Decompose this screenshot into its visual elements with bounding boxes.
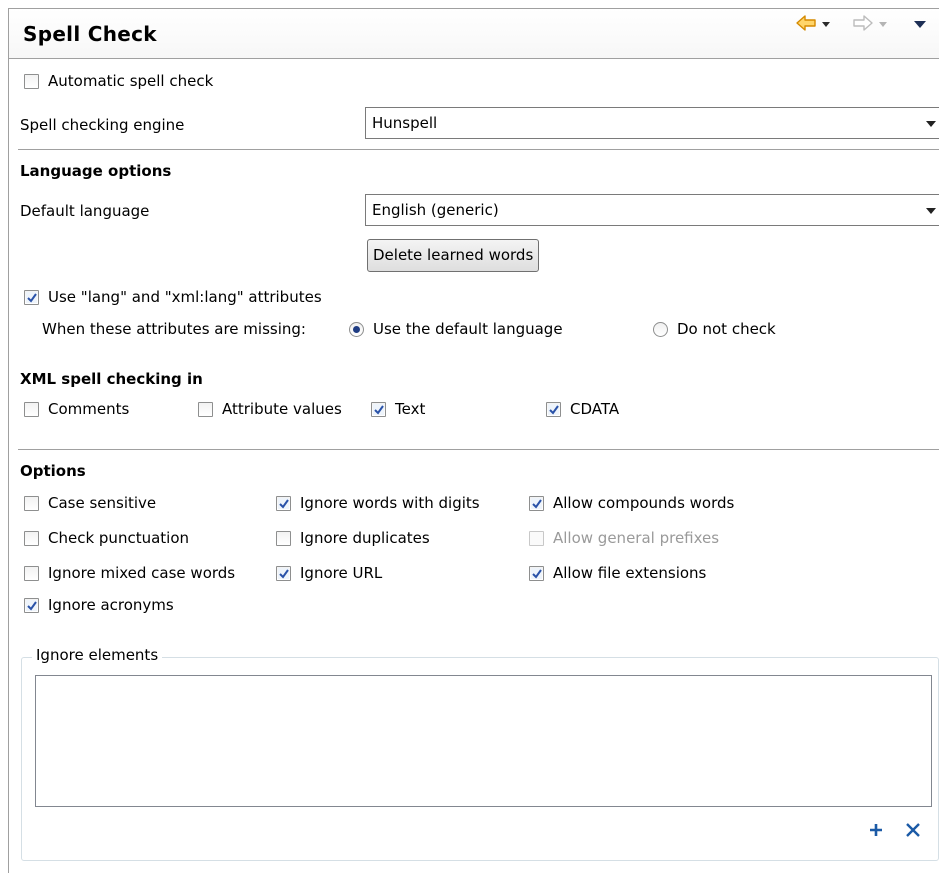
engine-label: Spell checking engine [20,116,185,134]
use-default-language-radio[interactable] [349,322,364,337]
missing-attributes-label: When these attributes are missing: [42,320,306,338]
options-heading: Options [20,462,86,480]
do-not-check-label: Do not check [677,320,776,338]
back-button[interactable] [795,14,835,34]
ignore-elements-list[interactable] [35,675,932,807]
check-icon [279,569,289,579]
automatic-spell-check-label: Automatic spell check [48,72,214,90]
ignore-duplicates-checkbox[interactable] [276,531,291,546]
default-language-value: English (generic) [372,201,499,219]
allow-prefixes-label: Allow general prefixes [553,529,720,547]
back-arrow-icon [796,15,830,31]
allow-prefixes-checkbox[interactable] [529,531,544,546]
page-title: Spell Check [23,22,157,46]
check-icon [27,293,37,303]
check-icon [27,601,37,611]
ignore-digits-label: Ignore words with digits [300,494,480,512]
xml-spell-checking-heading: XML spell checking in [20,370,203,388]
chevron-down-icon [914,21,926,28]
do-not-check-radio[interactable] [653,322,668,337]
check-icon [549,405,559,415]
separator [18,449,939,450]
use-lang-attributes-label: Use "lang" and "xml:lang" attributes [48,288,322,306]
engine-select-value: Hunspell [372,114,438,132]
attribute-values-label: Attribute values [222,400,342,418]
language-options-heading: Language options [20,162,172,180]
ignore-acronyms-checkbox[interactable] [24,598,39,613]
check-icon [532,569,542,579]
check-punctuation-label: Check punctuation [48,529,190,547]
ignore-mixed-case-label: Ignore mixed case words [48,564,236,582]
text-checkbox[interactable] [371,402,386,417]
engine-select[interactable]: Hunspell [365,107,939,139]
add-element-button[interactable] [868,822,884,838]
separator [18,149,939,150]
chevron-down-icon [926,208,936,214]
allow-compounds-checkbox[interactable] [529,496,544,511]
comments-label: Comments [48,400,130,418]
delete-learned-words-button[interactable]: Delete learned words [367,239,540,272]
case-sensitive-label: Case sensitive [48,494,157,512]
default-language-label: Default language [20,202,150,220]
close-icon [906,823,920,837]
ignore-mixed-case-checkbox[interactable] [24,566,39,581]
ignore-url-checkbox[interactable] [276,566,291,581]
chevron-down-icon [926,121,936,127]
check-icon [532,499,542,509]
use-lang-attributes-checkbox[interactable] [24,290,39,305]
ignore-duplicates-label: Ignore duplicates [300,529,430,547]
check-punctuation-checkbox[interactable] [24,531,39,546]
ignore-digits-checkbox[interactable] [276,496,291,511]
check-icon [374,405,384,415]
case-sensitive-checkbox[interactable] [24,496,39,511]
default-language-select[interactable]: English (generic) [365,194,939,226]
ignore-acronyms-label: Ignore acronyms [48,596,174,614]
cdata-label: CDATA [570,400,620,418]
allow-extensions-label: Allow file extensions [553,564,707,582]
cdata-checkbox[interactable] [546,402,561,417]
allow-extensions-checkbox[interactable] [529,566,544,581]
automatic-spell-check-checkbox[interactable] [24,74,39,89]
forward-button[interactable] [852,14,892,34]
remove-element-button[interactable] [905,822,921,838]
use-default-language-label: Use the default language [373,320,563,338]
ignore-elements-label: Ignore elements [32,646,163,664]
allow-compounds-label: Allow compounds words [553,494,735,512]
plus-icon [870,824,882,836]
attribute-values-checkbox[interactable] [198,402,213,417]
text-label: Text [395,400,426,418]
check-icon [279,499,289,509]
ignore-url-label: Ignore URL [300,564,383,582]
view-menu-button[interactable] [911,14,931,34]
comments-checkbox[interactable] [24,402,39,417]
forward-arrow-icon [853,15,887,31]
